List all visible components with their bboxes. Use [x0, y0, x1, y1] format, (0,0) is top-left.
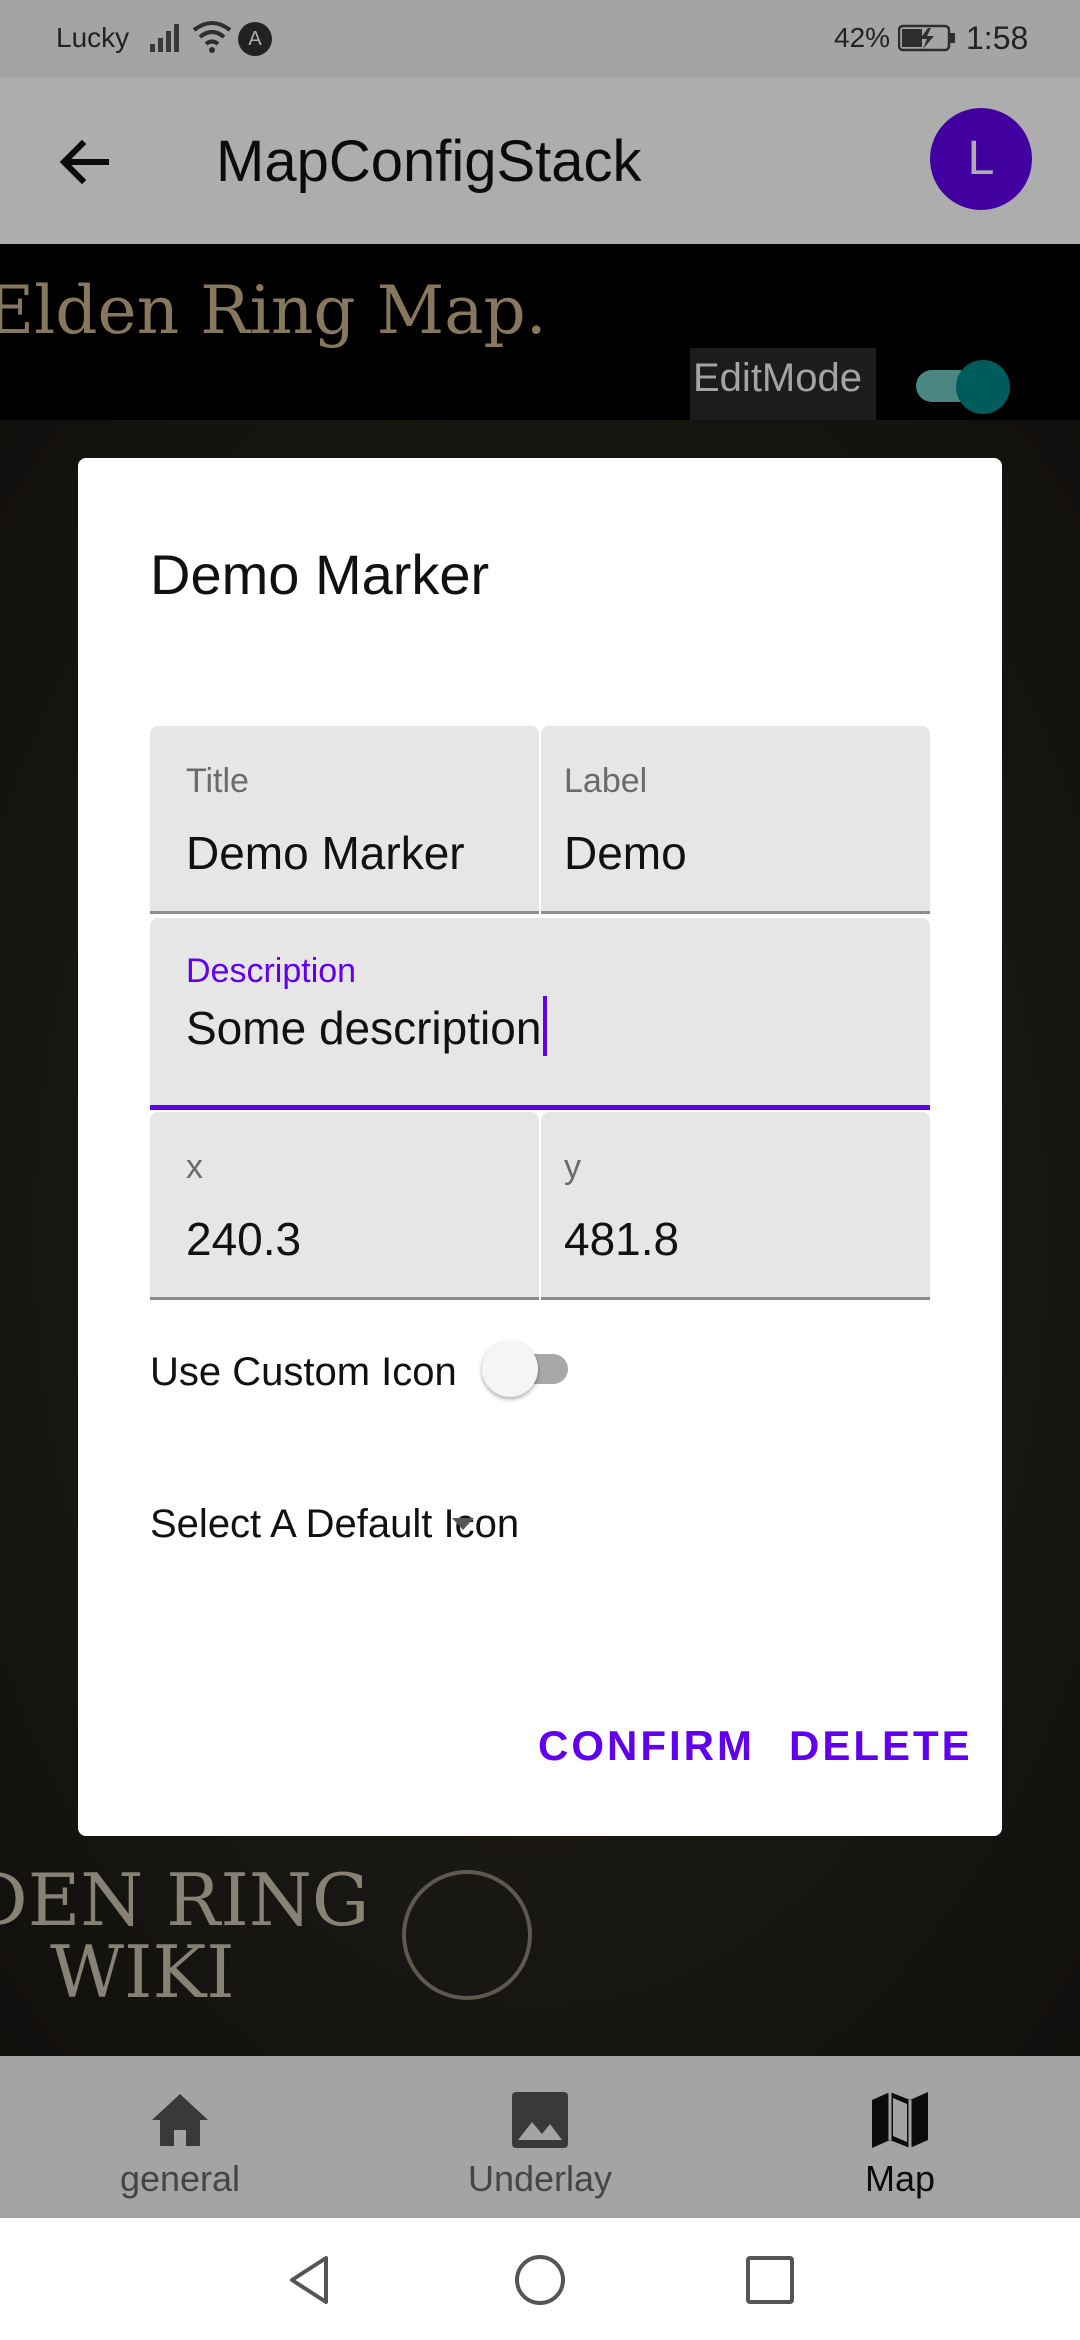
- x-field-value: 240.3: [186, 1213, 302, 1265]
- description-field-text: Some description: [186, 1002, 542, 1054]
- y-field[interactable]: y 481.8: [541, 1112, 930, 1300]
- system-back-icon[interactable]: [282, 2252, 338, 2308]
- label-field-label: Label: [564, 762, 648, 800]
- description-field[interactable]: Description Some description: [150, 918, 930, 1110]
- system-navigation-bar: [0, 2218, 1080, 2340]
- description-field-label: Description: [186, 952, 357, 990]
- system-home-icon[interactable]: [512, 2252, 568, 2308]
- x-field[interactable]: x 240.3: [150, 1112, 539, 1300]
- title-field-label: Title: [186, 762, 249, 800]
- description-field-value: Some description: [186, 996, 548, 1056]
- x-field-label: x: [186, 1148, 203, 1186]
- custom-icon-label: Use Custom Icon: [150, 1350, 457, 1394]
- title-field[interactable]: Title Demo Marker: [150, 726, 539, 914]
- marker-dialog: Demo Marker Title Demo Marker Label Demo…: [78, 458, 1002, 1836]
- custom-icon-toggle-thumb: [482, 1341, 538, 1397]
- dropdown-arrow-icon[interactable]: [448, 1514, 478, 1534]
- delete-button[interactable]: DELETE: [789, 1722, 973, 1770]
- text-cursor: [543, 996, 548, 1056]
- confirm-button[interactable]: CONFIRM: [538, 1722, 755, 1770]
- title-field-value: Demo Marker: [186, 827, 465, 879]
- dialog-title: Demo Marker: [150, 543, 490, 606]
- y-field-value: 481.8: [564, 1213, 680, 1265]
- label-field-value: Demo: [564, 827, 687, 879]
- y-field-label: y: [564, 1148, 581, 1186]
- label-field[interactable]: Label Demo: [541, 726, 930, 914]
- system-recents-icon[interactable]: [742, 2252, 798, 2308]
- custom-icon-toggle[interactable]: [482, 1336, 582, 1400]
